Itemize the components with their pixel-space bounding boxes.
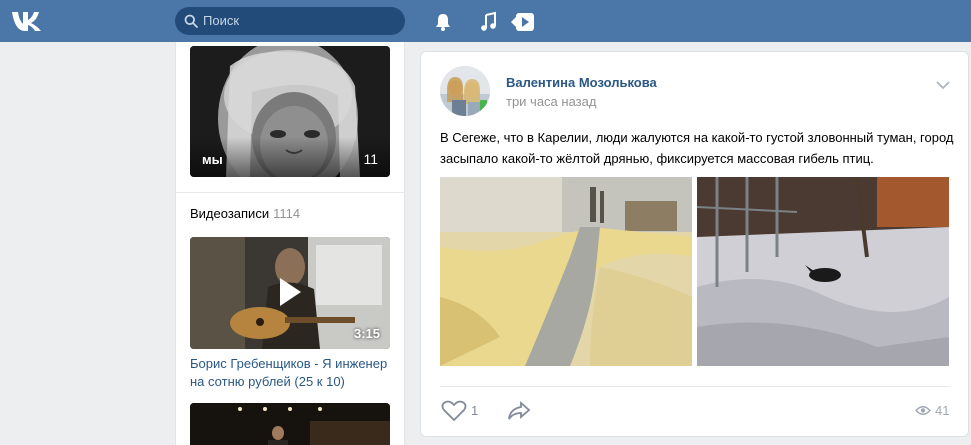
like-count: 1 <box>471 403 479 418</box>
video-duration: 3:15 <box>353 326 380 341</box>
wall-post: Валентина Мозолькова три часа назад В Се… <box>420 51 969 437</box>
chevron-down-icon[interactable] <box>936 80 950 90</box>
post-timestamp[interactable]: три часа назад <box>506 94 596 109</box>
vk-logo-icon[interactable] <box>10 9 44 33</box>
like-heart-icon[interactable] <box>441 400 467 422</box>
eye-views-icon <box>915 406 931 415</box>
photo-album-thumbnail[interactable]: мы 11 <box>190 46 390 177</box>
profile-left-column: мы 11 Видеозаписи 1114 3:15 Борис Гребенщ… <box>175 42 405 445</box>
share-arrow-icon[interactable] <box>507 401 531 421</box>
play-icon[interactable] <box>276 275 304 309</box>
album-count: 11 <box>363 151 378 167</box>
videos-count: 1114 <box>273 206 301 221</box>
video-preview-image <box>190 403 390 445</box>
post-photo-2[interactable] <box>697 177 949 366</box>
video-title-link[interactable]: Борис Гребенщиков - Я инженер на сотню р… <box>190 355 390 391</box>
night-snow-photo <box>697 177 949 366</box>
video-thumbnail[interactable]: 3:15 <box>190 237 390 349</box>
top-navigation-bar: Поиск <box>0 0 971 42</box>
post-text: В Сегеже, что в Карелии, люди жалуются н… <box>440 130 954 166</box>
post-footer-divider <box>440 386 950 387</box>
album-title: мы <box>202 152 223 167</box>
section-divider <box>176 192 404 193</box>
post-photo-1[interactable] <box>440 177 692 366</box>
videos-heading[interactable]: Видеозаписи <box>190 206 269 221</box>
music-icon[interactable] <box>478 11 500 33</box>
post-author-link[interactable]: Валентина Мозолькова <box>506 75 657 90</box>
video-thumbnail-second[interactable] <box>190 403 390 445</box>
search-bar[interactable]: Поиск <box>175 7 405 35</box>
bell-icon[interactable] <box>432 11 454 33</box>
snowy-path-photo <box>440 177 692 366</box>
author-avatar[interactable] <box>440 66 490 116</box>
views-count: 41 <box>935 403 950 418</box>
avatar-image <box>440 66 490 116</box>
search-input[interactable]: Поиск <box>203 13 239 29</box>
search-icon <box>184 14 198 28</box>
videos-header[interactable]: Видеозаписи 1114 <box>190 206 300 221</box>
video-play-icon[interactable] <box>510 11 535 33</box>
